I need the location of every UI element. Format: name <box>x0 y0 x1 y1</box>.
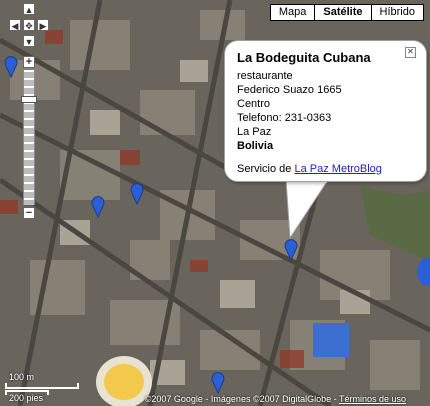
copyright-text: ©2007 Google - Imágenes ©2007 DigitalGlo… <box>144 394 337 404</box>
map-type-satellite-button[interactable]: Satélite <box>314 4 372 21</box>
scale-imperial-label: 200 pies <box>9 393 44 403</box>
zoom-control: + − <box>21 56 37 219</box>
terms-of-use-link[interactable]: Términos de uso <box>339 394 406 404</box>
pan-up-icon[interactable]: ▲ <box>23 3 35 15</box>
place-city: La Paz <box>237 126 272 138</box>
map-marker-icon[interactable] <box>91 196 105 218</box>
service-prefix: Servicio de <box>237 163 292 175</box>
map-type-map-button[interactable]: Mapa <box>269 4 316 21</box>
satellite-map[interactable]: Mapa Satélite Híbrido ▲ ◀ ✥ ▶ ▼ + − ✕ La… <box>0 0 430 406</box>
metroblog-link[interactable]: La Paz MetroBlog <box>294 163 381 175</box>
info-window-tail <box>285 180 329 240</box>
pan-down-icon[interactable]: ▼ <box>23 35 35 47</box>
service-credit: Servicio de La Paz MetroBlog <box>237 163 414 175</box>
scale-metric-label: 100 m <box>9 372 35 382</box>
zoom-slider-track[interactable] <box>21 70 37 205</box>
pan-center-icon[interactable]: ✥ <box>23 19 35 31</box>
map-marker-icon[interactable] <box>284 239 298 261</box>
close-icon[interactable]: ✕ <box>405 47 416 58</box>
map-marker-icon[interactable] <box>211 372 225 394</box>
scale-bar-metric <box>5 383 79 389</box>
zoom-out-button[interactable]: − <box>23 207 35 219</box>
zoom-slider-thumb[interactable] <box>21 96 37 103</box>
place-category: restaurante <box>237 70 293 82</box>
map-type-hybrid-button[interactable]: Híbrido <box>370 4 424 21</box>
map-type-selector: Mapa Satélite Híbrido <box>269 4 424 21</box>
zoom-in-button[interactable]: + <box>23 56 35 68</box>
map-marker-icon[interactable] <box>4 56 18 78</box>
pan-right-icon[interactable]: ▶ <box>37 19 49 31</box>
place-country: Bolivia <box>237 140 274 152</box>
place-title: La Bodeguita Cubana <box>237 50 371 65</box>
place-district: Centro <box>237 98 271 110</box>
place-address: Federico Suazo 1665 <box>237 84 342 96</box>
map-attribution: ©2007 Google - Imágenes ©2007 DigitalGlo… <box>145 394 406 404</box>
map-marker-icon[interactable] <box>130 183 144 205</box>
place-phone: Telefono: 231-0363 <box>237 112 332 124</box>
info-window: ✕ La Bodeguita Cubana restaurante Federi… <box>224 40 427 182</box>
pan-left-icon[interactable]: ◀ <box>9 19 21 31</box>
map-scale: 100 m 200 pies <box>5 372 79 403</box>
